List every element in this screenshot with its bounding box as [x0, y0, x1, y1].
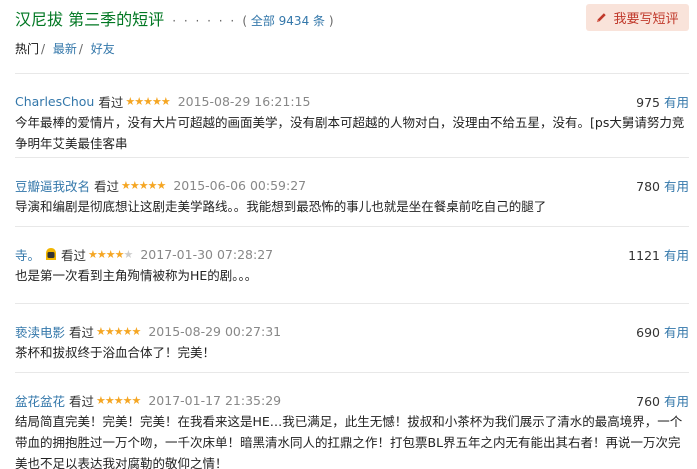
useful-button[interactable]: 有用: [664, 394, 689, 409]
all-comments-link[interactable]: 全部 9434 条: [251, 14, 325, 28]
write-review-button[interactable]: 我要写短评: [586, 4, 689, 31]
useful-button[interactable]: 有用: [664, 248, 689, 263]
total-suffix: ): [325, 14, 334, 28]
stars-on: ★★★★★: [96, 393, 141, 407]
review-time: 2015-08-29 16:21:15: [177, 93, 311, 109]
vote-area: 975 有用: [636, 92, 689, 111]
vote-area: 690 有用: [636, 322, 689, 341]
review-content: 结局简直完美！完美！完美！在我看来这是HE…我已满足，此生无憾！拔叔和小茶杯为我…: [15, 414, 683, 469]
vote-area: 760 有用: [636, 391, 689, 410]
comments-header: 汉尼拔 第三季的短评 · · · · · · ( 全部 9434 条 ) 我要写…: [15, 4, 689, 32]
rating-stars: ★★★★★: [125, 94, 170, 108]
stars-on: ★★★★★: [121, 178, 166, 192]
title-line: 汉尼拔 第三季的短评 · · · · · · ( 全部 9434 条 ): [15, 6, 334, 30]
total-count: ( 全部 9434 条 ): [242, 14, 333, 28]
useful-button[interactable]: 有用: [664, 95, 689, 110]
review-time: 2017-01-17 21:35:29: [148, 392, 282, 408]
avatar-badge-icon: [46, 247, 57, 260]
rating-stars: ★★★★★: [96, 324, 141, 338]
review-meta: 亵渎电影 看过 ★★★★★ 2015-08-29 00:27:31: [15, 322, 281, 340]
watch-status: 看过: [69, 324, 95, 340]
review-author[interactable]: 亵渎电影: [15, 322, 65, 341]
vote-count: 690: [636, 325, 660, 340]
vote-count: 1121: [628, 248, 660, 263]
review-item: 豆瓣逼我改名 看过 ★★★★★ 2015-06-06 00:59:27 780 有…: [15, 157, 689, 223]
stars-on: ★★★★★: [96, 324, 141, 338]
rating-stars: ★★★★★: [121, 178, 166, 192]
review-time: 2015-08-29 00:27:31: [148, 323, 282, 339]
watch-status: 看过: [69, 393, 95, 409]
useful-button[interactable]: 有用: [664, 179, 689, 194]
review-author[interactable]: 豆瓣逼我改名: [15, 176, 90, 195]
review-content: 导演和编剧是彻底想让这剧走美学路线。。我能想到最恐怖的事儿也就是坐在餐桌前吃自己…: [15, 199, 547, 214]
review-meta: 寺。 看过 ★★★★★ 2017-01-30 07:28:27: [15, 245, 273, 263]
review-meta: 豆瓣逼我改名 看过 ★★★★★ 2015-06-06 00:59:27: [15, 176, 306, 194]
page-title: 汉尼拔 第三季的短评: [15, 10, 165, 29]
stars-on: ★★★★: [88, 247, 124, 261]
review-author[interactable]: CharlesChou: [15, 94, 94, 109]
review-meta: 盆花盆花 看过 ★★★★★ 2017-01-17 21:35:29: [15, 391, 281, 409]
tab-hot[interactable]: 热门: [15, 42, 39, 56]
title-dots: · · · · · ·: [172, 14, 237, 28]
review-content: 也是第一次看到主角殉情被称为HE的剧。。。: [15, 268, 258, 283]
review-content: 今年最棒的爱情片，没有大片可超越的画面美学，没有剧本可超越的人物对白，没理由不给…: [15, 115, 685, 151]
vote-area: 1121 有用: [628, 245, 689, 264]
tab-separator: /: [41, 42, 46, 56]
stars-on: ★★★★★: [125, 94, 170, 108]
tab-separator: /: [78, 42, 83, 56]
review-item: 寺。 看过 ★★★★★ 2017-01-30 07:28:27 1121 有用 也…: [15, 226, 689, 301]
review-item: 亵渎电影 看过 ★★★★★ 2015-08-29 00:27:31 690 有用 …: [15, 303, 689, 369]
sort-tabs: 热门 / 最新 / 好友: [15, 40, 115, 57]
useful-button[interactable]: 有用: [664, 325, 689, 340]
tab-friends[interactable]: 好友: [91, 42, 115, 56]
watch-status: 看过: [61, 247, 87, 263]
review-time: 2015-06-06 00:59:27: [173, 177, 307, 193]
review-item: CharlesChou 看过 ★★★★★ 2015-08-29 16:21:15…: [15, 73, 689, 155]
review-item: 盆花盆花 看过 ★★★★★ 2017-01-17 21:35:29 760 有用 …: [15, 372, 689, 469]
review-time: 2017-01-30 07:28:27: [140, 246, 274, 262]
watch-status: 看过: [98, 94, 124, 110]
review-meta: CharlesChou 看过 ★★★★★ 2015-08-29 16:21:15: [15, 92, 310, 110]
total-prefix: (: [242, 14, 251, 28]
vote-count: 760: [636, 394, 660, 409]
rating-stars: ★★★★★: [96, 393, 141, 407]
stars-off: ★: [123, 247, 133, 261]
review-author[interactable]: 盆花盆花: [15, 391, 65, 410]
review-author[interactable]: 寺。: [15, 245, 40, 264]
vote-count: 975: [636, 95, 660, 110]
review-content: 茶杯和拔叔终于浴血合体了！完美！: [15, 345, 216, 360]
tab-latest[interactable]: 最新: [53, 42, 77, 56]
vote-count: 780: [636, 179, 660, 194]
write-review-label: 我要写短评: [613, 12, 679, 27]
pencil-icon: [597, 13, 607, 23]
vote-area: 780 有用: [636, 176, 689, 195]
rating-stars: ★★★★★: [88, 247, 133, 261]
watch-status: 看过: [94, 178, 120, 194]
